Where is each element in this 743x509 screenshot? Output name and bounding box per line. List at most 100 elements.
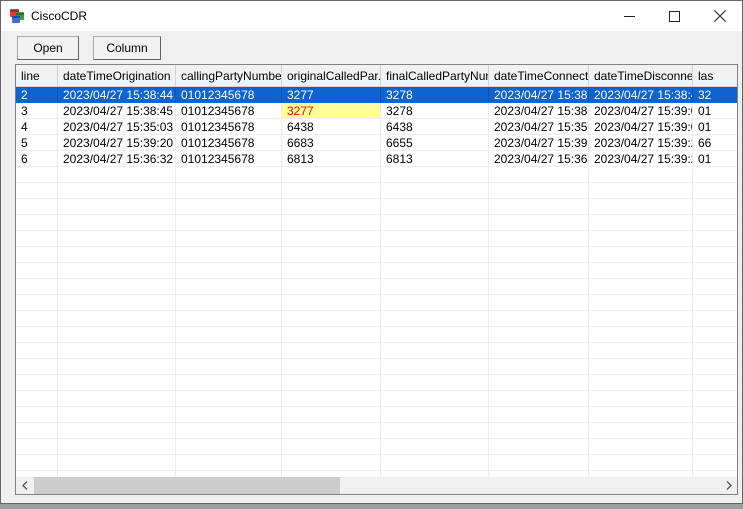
table-cell	[282, 455, 381, 471]
grid-header: line dateTimeOrigination callingPartyNumbe…	[16, 65, 737, 87]
open-button[interactable]: Open	[17, 36, 79, 60]
table-cell	[282, 167, 381, 183]
table-cell	[282, 439, 381, 455]
table-cell	[381, 391, 489, 407]
table-cell	[176, 231, 282, 247]
scroll-right-button[interactable]	[720, 477, 737, 494]
table-cell	[58, 407, 176, 423]
table-cell	[589, 407, 693, 423]
column-header[interactable]: dateTimeOrigination	[58, 65, 176, 86]
table-cell	[16, 279, 58, 295]
table-cell	[58, 359, 176, 375]
table-cell: 2023/04/27 15:39:20	[58, 135, 176, 151]
table-row[interactable]: 2 2023/04/27 15:38:44 01012345678 3277 3278 2…	[16, 87, 737, 103]
table-cell	[489, 423, 589, 439]
table-cell	[693, 295, 737, 311]
table-cell	[693, 391, 737, 407]
table-row[interactable]: 6 2023/04/27 15:36:32 01012345678 6813 6813 2…	[16, 151, 737, 167]
table-cell	[282, 327, 381, 343]
app-window-icon	[10, 9, 24, 23]
table-cell	[489, 247, 589, 263]
minimize-button[interactable]	[607, 1, 652, 31]
empty-row	[16, 215, 737, 231]
title-bar[interactable]: CiscoCDR	[1, 1, 742, 31]
table-cell	[381, 359, 489, 375]
empty-row	[16, 295, 737, 311]
table-cell	[489, 327, 589, 343]
table-cell	[489, 295, 589, 311]
table-cell	[176, 391, 282, 407]
table-cell: 3277	[282, 103, 381, 119]
table-cell	[58, 279, 176, 295]
table-cell	[176, 455, 282, 471]
table-cell	[58, 311, 176, 327]
table-cell	[282, 231, 381, 247]
column-header[interactable]: originalCalledPar...	[282, 65, 381, 86]
column-header[interactable]: las	[693, 65, 737, 86]
maximize-icon	[669, 10, 680, 22]
table-cell	[58, 183, 176, 199]
table-cell: 6438	[381, 119, 489, 135]
empty-row	[16, 423, 737, 439]
table-cell	[58, 327, 176, 343]
column-header[interactable]: finalCalledPartyNumber	[381, 65, 489, 86]
table-row[interactable]: 5 2023/04/27 15:39:20 01012345678 6683 6655 2…	[16, 135, 737, 151]
table-cell	[381, 375, 489, 391]
table-cell	[381, 215, 489, 231]
maximize-button[interactable]	[652, 1, 697, 31]
table-row[interactable]: 4 2023/04/27 15:35:03 01012345678 6438 6438 2…	[16, 119, 737, 135]
table-cell	[176, 279, 282, 295]
table-cell	[381, 183, 489, 199]
table-cell	[381, 455, 489, 471]
table-row[interactable]: 3 2023/04/27 15:38:45 01012345678 3277 3278 2…	[16, 103, 737, 119]
table-cell	[589, 391, 693, 407]
close-button[interactable]	[697, 1, 742, 31]
table-cell	[58, 295, 176, 311]
table-cell	[589, 423, 693, 439]
table-cell	[58, 391, 176, 407]
table-cell	[16, 359, 58, 375]
empty-row	[16, 231, 737, 247]
scrollbar-thumb[interactable]	[34, 477, 340, 494]
table-cell	[489, 183, 589, 199]
table-cell: 4	[16, 119, 58, 135]
column-header[interactable]: line	[16, 65, 58, 86]
table-cell	[176, 343, 282, 359]
table-cell: 2	[16, 87, 58, 103]
table-cell	[282, 215, 381, 231]
table-cell	[16, 439, 58, 455]
table-cell: 01012345678	[176, 135, 282, 151]
empty-row	[16, 327, 737, 343]
table-cell	[16, 199, 58, 215]
table-cell: 5	[16, 135, 58, 151]
table-cell	[58, 455, 176, 471]
table-cell	[489, 231, 589, 247]
window-title: CiscoCDR	[31, 9, 88, 23]
table-cell	[693, 279, 737, 295]
table-cell: 3278	[381, 103, 489, 119]
table-cell	[176, 359, 282, 375]
empty-row	[16, 263, 737, 279]
table-cell: 2023/04/27 15:35:03	[58, 119, 176, 135]
column-header[interactable]: callingPartyNumber	[176, 65, 282, 86]
table-cell: 2023/04/27 15:39:04	[589, 119, 693, 135]
table-cell	[176, 407, 282, 423]
column-button[interactable]: Column	[93, 36, 161, 60]
table-cell	[693, 231, 737, 247]
table-cell	[176, 215, 282, 231]
table-cell	[381, 199, 489, 215]
scroll-left-button[interactable]	[16, 477, 33, 494]
table-cell	[489, 263, 589, 279]
table-cell	[176, 311, 282, 327]
table-cell: 2023/04/27 15:39:04	[589, 103, 693, 119]
column-header[interactable]: dateTimeConnect	[489, 65, 589, 86]
table-cell	[282, 311, 381, 327]
table-cell	[16, 263, 58, 279]
table-cell	[589, 311, 693, 327]
table-cell	[16, 343, 58, 359]
horizontal-scrollbar[interactable]	[16, 477, 737, 494]
column-header[interactable]: dateTimeDisconnect	[589, 65, 693, 86]
table-cell	[589, 375, 693, 391]
table-cell	[589, 295, 693, 311]
table-cell	[693, 343, 737, 359]
